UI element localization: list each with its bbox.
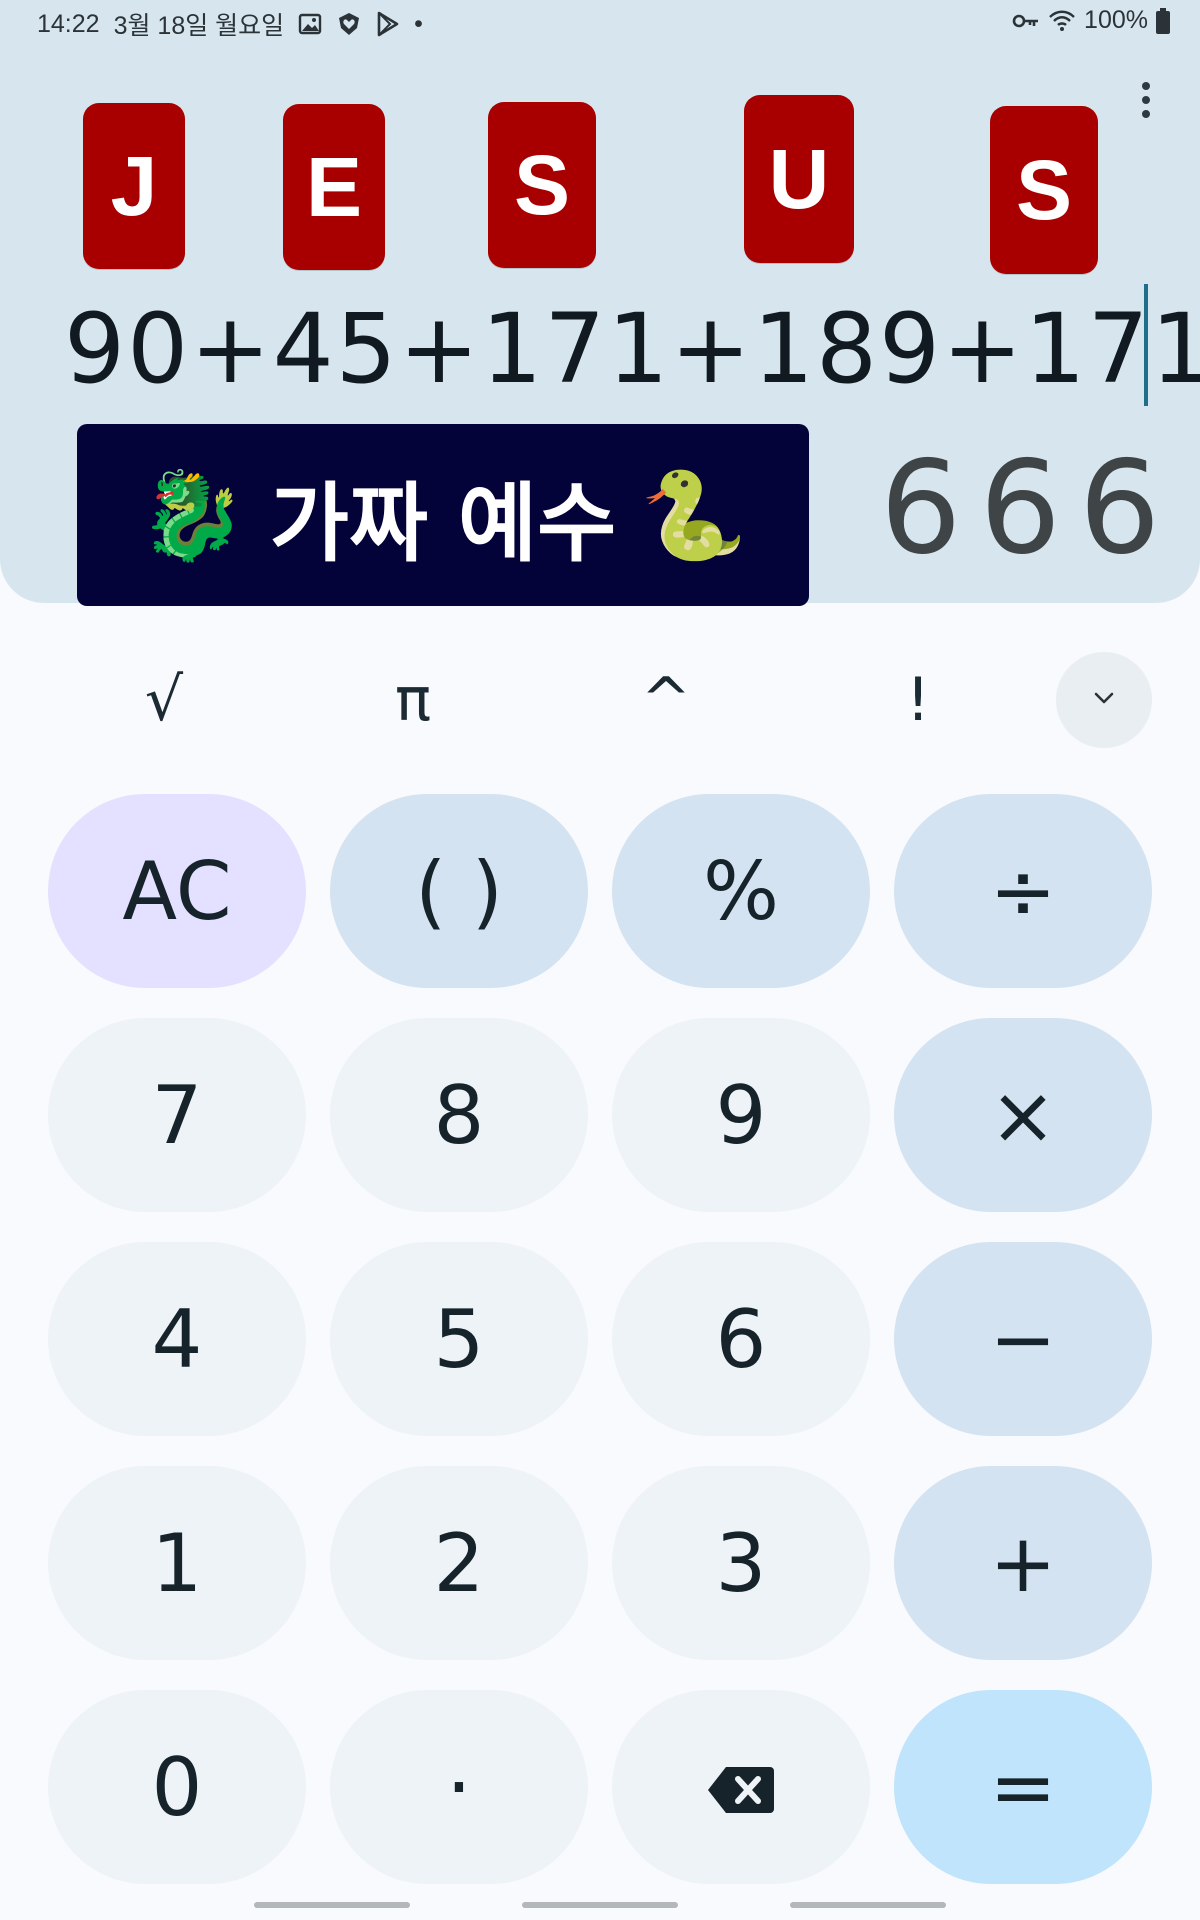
result-preview: 666 (880, 434, 1179, 583)
digit-6-button[interactable]: 6 (612, 1242, 870, 1436)
digit-3-button[interactable]: 3 (612, 1466, 870, 1660)
chevron-down-icon (1092, 690, 1116, 710)
text-cursor (1144, 284, 1148, 406)
status-date: 3월 18일 월요일 (113, 12, 285, 40)
key-icon (1012, 12, 1040, 30)
tile-letter: U (744, 95, 854, 263)
digit-8-button[interactable]: 8 (330, 1018, 588, 1212)
formula-input[interactable]: 90+45+171+189+171 (64, 286, 1200, 412)
factorial-button[interactable]: ! (858, 650, 978, 750)
display-panel: 14:22 3월 18일 월요일 • 100% J E S U S 90+45+… (0, 0, 1200, 606)
banner-text: 가짜 예수 (269, 473, 617, 574)
tile-letter: S (990, 106, 1098, 274)
more-options-icon[interactable] (1134, 82, 1158, 118)
nav-home-handle[interactable] (522, 1902, 678, 1908)
square-root-button[interactable]: √ (104, 650, 224, 750)
dragon-icon: 🐉 (138, 465, 246, 566)
fake-jesus-banner: 🐉 가짜 예수 🐍 (77, 424, 809, 606)
parentheses-button[interactable]: ( ) (330, 794, 588, 988)
digit-5-button[interactable]: 5 (330, 1242, 588, 1436)
decimal-button[interactable]: · (330, 1690, 588, 1884)
wifi-icon (1048, 9, 1076, 33)
all-clear-button[interactable]: AC (48, 794, 306, 988)
navigation-bar (0, 1900, 1200, 1920)
percent-button[interactable]: % (612, 794, 870, 988)
image-icon (298, 13, 322, 35)
status-time: 14:22 (37, 9, 100, 38)
digit-7-button[interactable]: 7 (48, 1018, 306, 1212)
tile-letter: J (83, 103, 185, 269)
expand-button[interactable] (1056, 652, 1152, 748)
battery-icon (1156, 7, 1170, 34)
status-dot: • (414, 9, 423, 38)
scientific-row: √ π ^ ! (0, 650, 1200, 750)
play-store-icon (376, 11, 400, 37)
equals-button[interactable]: = (894, 1690, 1152, 1884)
backspace-button[interactable] (612, 1690, 870, 1884)
multiply-button[interactable]: × (894, 1018, 1152, 1212)
nav-recents-handle[interactable] (254, 1902, 410, 1908)
power-button[interactable]: ^ (606, 650, 726, 750)
tile-letter: S (488, 102, 596, 268)
snake-icon: 🐍 (640, 465, 748, 566)
tile-letter: E (283, 104, 385, 270)
digit-4-button[interactable]: 4 (48, 1242, 306, 1436)
digit-0-button[interactable]: 0 (48, 1690, 306, 1884)
digit-2-button[interactable]: 2 (330, 1466, 588, 1660)
battery-percent: 100% (1084, 6, 1148, 34)
digit-9-button[interactable]: 9 (612, 1018, 870, 1212)
digit-1-button[interactable]: 1 (48, 1466, 306, 1660)
backspace-icon (706, 1741, 776, 1834)
shield-heart-icon (336, 11, 362, 37)
pi-button[interactable]: π (353, 650, 473, 750)
status-bar: 14:22 3월 18일 월요일 • 100% (0, 0, 1200, 44)
minus-button[interactable]: − (894, 1242, 1152, 1436)
plus-button[interactable]: + (894, 1466, 1152, 1660)
divide-button[interactable]: ÷ (894, 794, 1152, 988)
nav-back-handle[interactable] (790, 1902, 946, 1908)
